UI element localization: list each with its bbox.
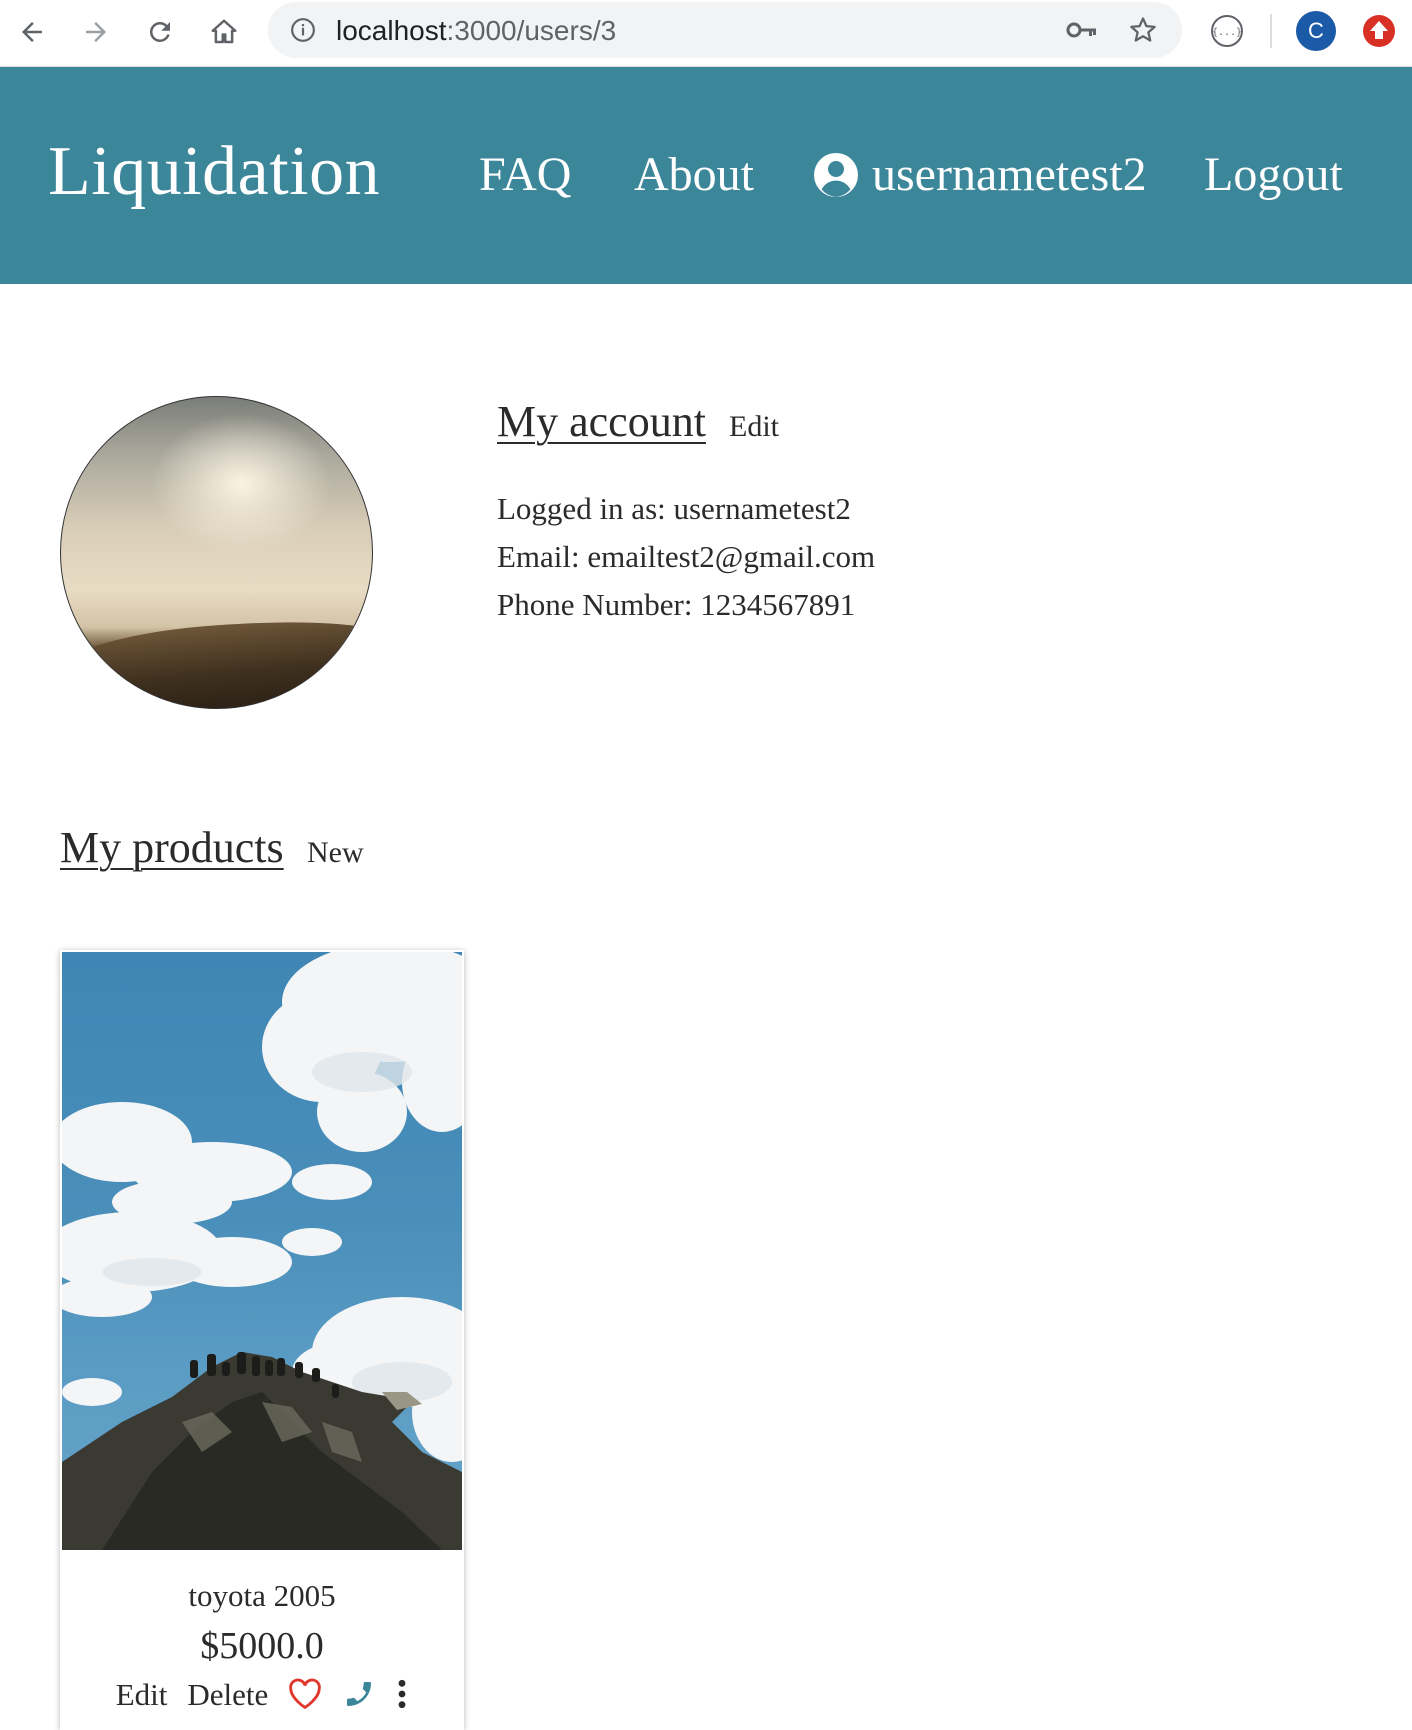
- edit-product-link[interactable]: Edit: [116, 1679, 168, 1710]
- photo-hill: [61, 609, 372, 708]
- logged-in-as: Logged in as: usernametest2: [497, 491, 851, 526]
- email-text: Email: emailtest2@gmail.com: [497, 539, 876, 574]
- reload-icon[interactable]: [138, 10, 182, 54]
- url-text[interactable]: localhost:3000/users/3: [336, 15, 616, 47]
- address-bar[interactable]: localhost:3000/users/3: [268, 2, 1182, 58]
- update-icon[interactable]: [1361, 13, 1397, 49]
- svg-text:{...}: {...}: [1212, 27, 1242, 38]
- nav-link-about[interactable]: About: [634, 151, 754, 199]
- my-account-heading[interactable]: My account: [497, 400, 706, 444]
- product-image[interactable]: [62, 952, 462, 1550]
- product-photo: [62, 952, 462, 1550]
- extension-icon[interactable]: {...}: [1210, 14, 1244, 48]
- nav-link-faq[interactable]: FAQ: [479, 151, 571, 199]
- back-icon[interactable]: [10, 10, 54, 54]
- product-price: $5000.0: [200, 1625, 324, 1667]
- edit-account-link[interactable]: Edit: [729, 412, 779, 442]
- product-name[interactable]: toyota 2005: [60, 1580, 464, 1611]
- site-navbar: Liquidation FAQ About usernametest2 Logo…: [0, 67, 1412, 284]
- browser-toolbar: localhost:3000/users/3 {...} C: [0, 0, 1412, 67]
- product-card: toyota 2005 $5000.0 Edit Delete: [60, 950, 464, 1730]
- forward-icon[interactable]: [74, 10, 118, 54]
- key-icon[interactable]: [1066, 17, 1098, 43]
- heart-icon[interactable]: [288, 1678, 322, 1710]
- nav-username: usernametest2: [872, 148, 1147, 201]
- url-host: localhost: [336, 15, 447, 46]
- user-circle-icon: [814, 153, 858, 197]
- phone-text: Phone Number: 1234567891: [497, 587, 856, 622]
- star-icon[interactable]: [1128, 15, 1158, 45]
- home-icon[interactable]: [202, 10, 246, 54]
- toolbar-divider: [1270, 14, 1272, 48]
- delete-product-link[interactable]: Delete: [187, 1679, 268, 1710]
- brand-logo[interactable]: Liquidation: [48, 137, 380, 207]
- nav-link-user[interactable]: usernametest2: [812, 151, 1147, 199]
- my-products-heading[interactable]: My products: [60, 826, 284, 870]
- product-actions: Edit Delete: [60, 1678, 464, 1710]
- nav-link-logout[interactable]: Logout: [1204, 151, 1343, 199]
- profile-photo: [60, 396, 373, 709]
- info-icon[interactable]: [290, 17, 316, 43]
- new-product-link[interactable]: New: [307, 838, 364, 868]
- phone-icon[interactable]: [342, 1678, 376, 1710]
- more-options-icon[interactable]: [396, 1678, 408, 1710]
- profile-avatar[interactable]: C: [1296, 11, 1336, 51]
- url-path: :3000/users/3: [446, 15, 617, 46]
